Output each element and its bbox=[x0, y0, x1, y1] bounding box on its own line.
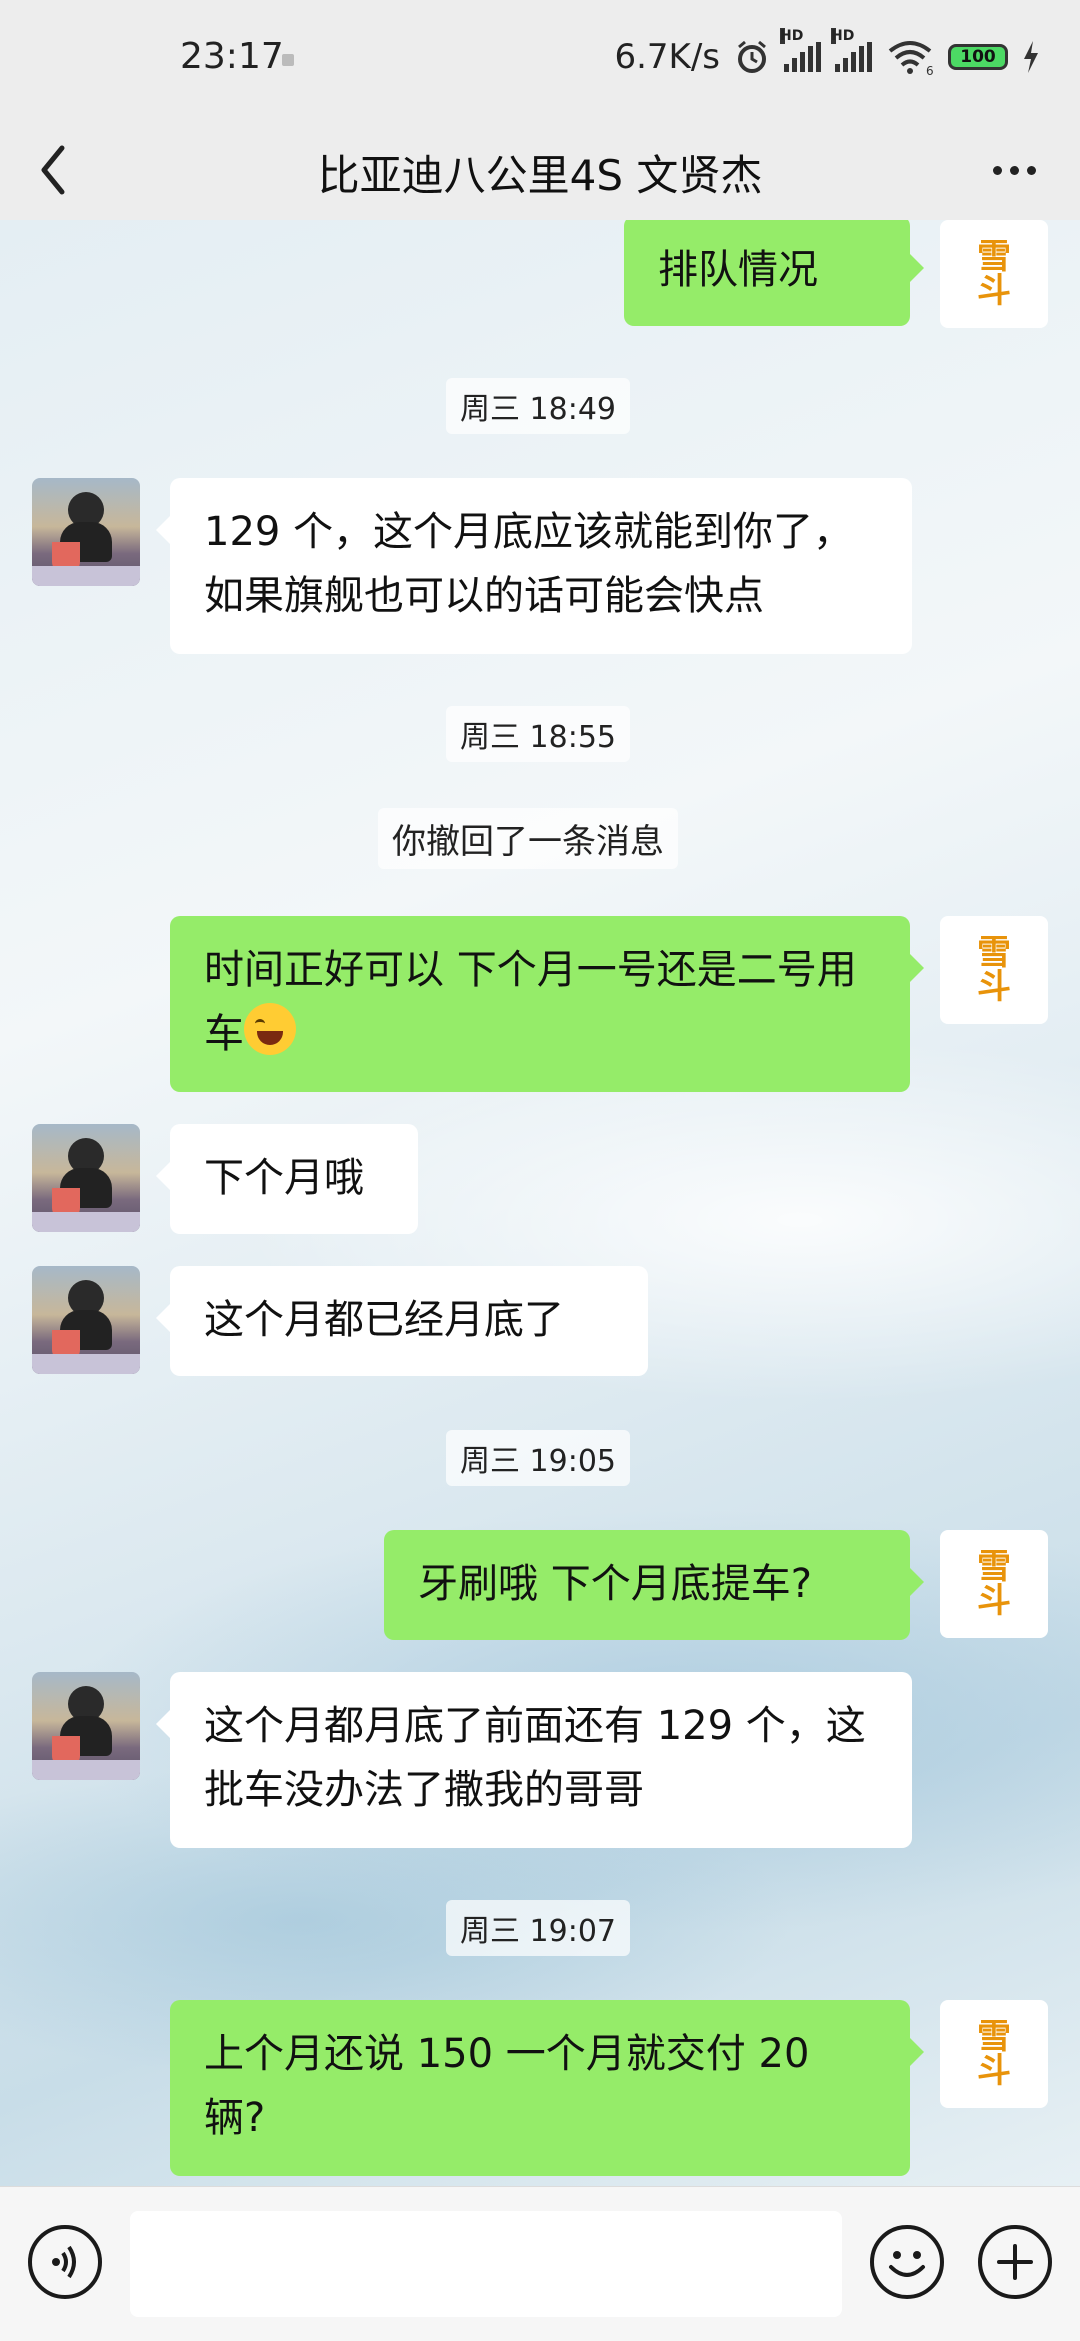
avatar-self[interactable]: 雪 斗 bbox=[940, 916, 1048, 1024]
message-text: 上个月还说 150 一个月就交付 20 辆? bbox=[204, 2031, 810, 2141]
avatar-friend[interactable] bbox=[32, 478, 140, 586]
message-bubble-sent[interactable]: 排队情况 bbox=[624, 220, 924, 326]
more-dot bbox=[1009, 165, 1019, 175]
logo-char: 斗 bbox=[977, 2051, 1011, 2091]
status-icons: 6.7K/s HD HD 6 100 bbox=[614, 28, 1040, 82]
more-dot bbox=[1026, 165, 1036, 175]
logo-char: 斗 bbox=[977, 967, 1011, 1007]
chat-title: 比亚迪八公里4S 文贤杰 bbox=[317, 151, 763, 200]
message-bubble-received[interactable]: 这个月都月底了前面还有 129 个，这批车没办法了撒我的哥哥 bbox=[156, 1672, 912, 1848]
message-text: 牙刷哦 下个月底提车? bbox=[418, 1561, 812, 1607]
timestamp: 周三 18:49 bbox=[446, 378, 630, 434]
message-bubble-sent[interactable]: 时间正好可以 下个月一号还是二号用车 bbox=[170, 916, 924, 1092]
more-functions-button[interactable] bbox=[978, 2225, 1052, 2299]
avatar-friend[interactable] bbox=[32, 1124, 140, 1232]
message-bubble-sent[interactable]: 牙刷哦 下个月底提车? bbox=[384, 1530, 924, 1640]
message-bubble-sent[interactable]: 上个月还说 150 一个月就交付 20 辆? bbox=[170, 2000, 924, 2176]
charging-icon bbox=[1024, 41, 1038, 73]
self-avatar-logo: 雪 斗 bbox=[977, 240, 1011, 308]
emoji-icon bbox=[889, 2251, 925, 2277]
chat-header: 比亚迪八公里4S 文贤杰 bbox=[0, 120, 1080, 220]
system-notice: 你撤回了一条消息 bbox=[378, 808, 678, 869]
more-button[interactable] bbox=[974, 130, 1054, 210]
avatar-self[interactable]: 雪 斗 bbox=[940, 1530, 1048, 1638]
plus-icon bbox=[997, 2244, 1033, 2280]
message-text: 下个月哦 bbox=[204, 1155, 364, 1201]
status-bar: 23:17 6.7K/s HD HD 6 100 bbox=[0, 0, 1080, 120]
timestamp: 周三 19:05 bbox=[446, 1430, 630, 1486]
message-bubble-received[interactable]: 这个月都已经月底了 bbox=[156, 1266, 648, 1376]
self-avatar-logo: 雪 斗 bbox=[977, 936, 1011, 1004]
logo-char: 斗 bbox=[977, 1581, 1011, 1621]
avatar-self[interactable]: 雪 斗 bbox=[940, 220, 1048, 328]
more-dot bbox=[992, 165, 1002, 175]
battery-icon: 100 bbox=[948, 44, 1008, 70]
message-bubble-received[interactable]: 下个月哦 bbox=[156, 1124, 418, 1234]
message-text: 这个月都月底了前面还有 129 个，这批车没办法了撒我的哥哥 bbox=[204, 1703, 866, 1813]
voice-icon bbox=[52, 2245, 76, 2279]
avatar-self[interactable]: 雪 斗 bbox=[940, 2000, 1048, 2108]
alarm-icon bbox=[738, 40, 766, 73]
signal-icon-2: HD bbox=[831, 28, 872, 72]
network-speed: 6.7K/s bbox=[614, 37, 720, 77]
message-bubble-received[interactable]: 129 个，这个月底应该就能到你了，如果旗舰也可以的话可能会快点 bbox=[156, 478, 912, 654]
status-time: 23:17 bbox=[180, 36, 284, 77]
wifi-label: 6 bbox=[926, 64, 934, 75]
message-input[interactable] bbox=[130, 2211, 842, 2317]
self-avatar-logo: 雪 斗 bbox=[977, 2020, 1011, 2088]
emoji-button[interactable] bbox=[870, 2225, 944, 2299]
chat-area[interactable]: 排队情况 雪 斗 周三 18:49 129 个，这个月底应该就能到你了，如果旗舰… bbox=[0, 220, 1080, 2186]
message-text: 这个月都已经月底了 bbox=[204, 1297, 564, 1343]
message-text: 129 个，这个月底应该就能到你了，如果旗舰也可以的话可能会快点 bbox=[204, 509, 854, 619]
input-bar bbox=[0, 2186, 1080, 2341]
self-avatar-logo: 雪 斗 bbox=[977, 1550, 1011, 1618]
wifi-icon: 6 bbox=[888, 41, 934, 75]
voice-button[interactable] bbox=[28, 2225, 102, 2299]
message-text: 时间正好可以 下个月一号还是二号用车 bbox=[204, 947, 857, 1057]
logo-char: 斗 bbox=[977, 271, 1011, 311]
avatar-friend[interactable] bbox=[32, 1672, 140, 1780]
message-text: 排队情况 bbox=[658, 247, 818, 293]
timestamp: 周三 19:07 bbox=[446, 1900, 630, 1956]
timestamp: 周三 18:55 bbox=[446, 706, 630, 762]
notification-icon bbox=[282, 54, 294, 66]
signal-icon: HD bbox=[780, 28, 821, 72]
avatar-friend[interactable] bbox=[32, 1266, 140, 1374]
tears-of-joy-emoji-icon bbox=[244, 1003, 296, 1055]
